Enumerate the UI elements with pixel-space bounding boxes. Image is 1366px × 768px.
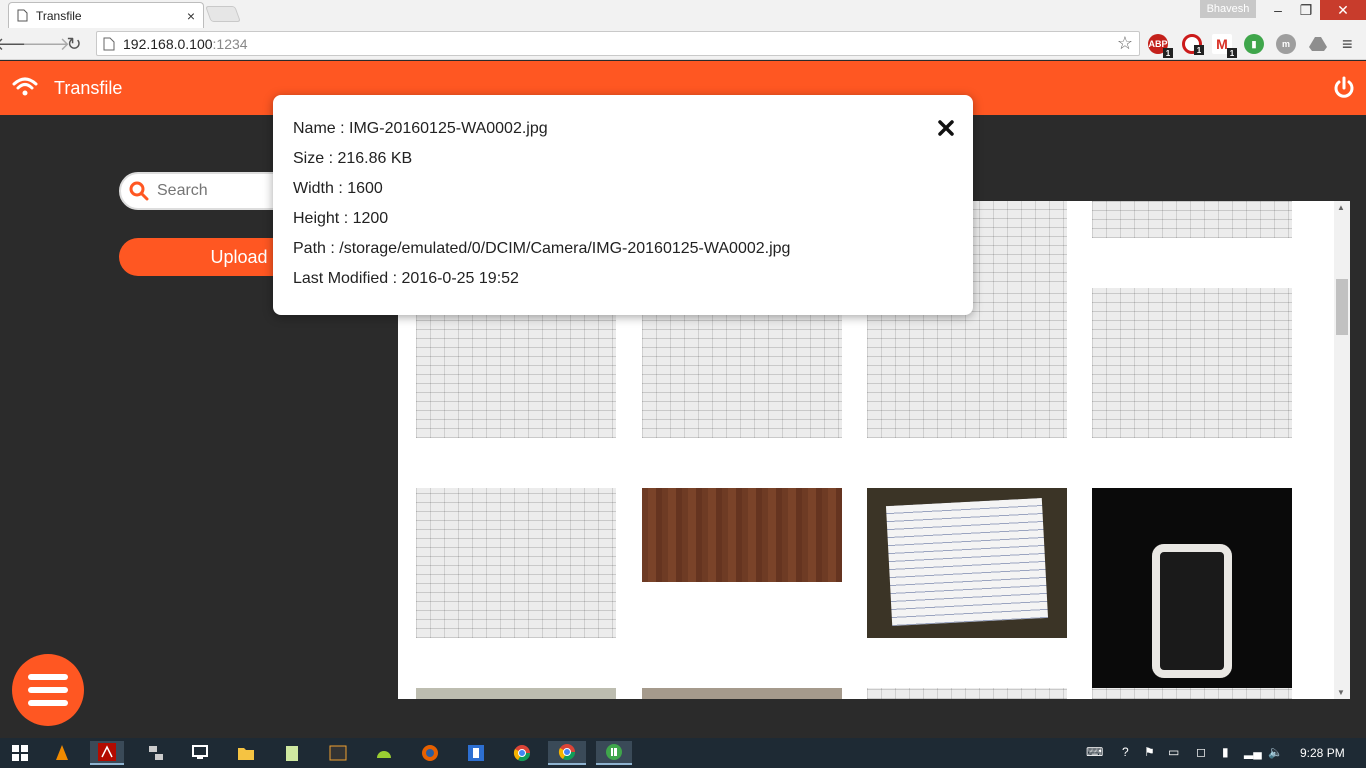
- keyboard-icon[interactable]: ⌨: [1086, 745, 1103, 759]
- pushbullet-app-icon[interactable]: [596, 741, 632, 765]
- browser-toolbar: 🡐 🡒 ↻ 192.168.0.100:1234 ☆ ABP 1 1 M1 ▮ m…: [0, 28, 1366, 60]
- file-size: Size : 216.86 KB: [293, 150, 413, 167]
- hamburger-icon-bar: [28, 700, 68, 706]
- file-width: Width : 1600: [293, 180, 383, 197]
- tab-close-icon[interactable]: ×: [187, 8, 195, 24]
- drive-extension-icon[interactable]: [1308, 34, 1328, 54]
- windows-start-icon[interactable]: [6, 741, 34, 765]
- file-last-modified: Last Modified : 2016-0-25 19:52: [293, 270, 519, 287]
- firefox-icon[interactable]: [416, 741, 444, 765]
- file-name: Name : IMG-20160125-WA0002.jpg: [293, 120, 548, 137]
- gallery-thumbnail[interactable]: [1092, 288, 1292, 438]
- browser-tab-bar: Transfile × Bhavesh – ❐ ✕: [0, 0, 1366, 28]
- search-icon: [129, 181, 149, 201]
- file-explorer-icon[interactable]: [232, 741, 260, 765]
- chrome-icon[interactable]: [508, 741, 536, 765]
- scrollbar-thumb[interactable]: [1336, 279, 1348, 335]
- profile-button[interactable]: Bhavesh: [1200, 0, 1256, 18]
- media-app-icon[interactable]: [324, 741, 352, 765]
- file-path: Path : /storage/emulated/0/DCIM/Camera/I…: [293, 240, 791, 257]
- scroll-down-arrow-icon[interactable]: ▼: [1337, 688, 1345, 697]
- url-port: :1234: [212, 35, 248, 52]
- adblock-extension-icon[interactable]: ABP 1: [1148, 34, 1173, 58]
- gallery-thumbnail[interactable]: [867, 688, 1067, 699]
- network-app-icon[interactable]: [142, 741, 170, 765]
- file-details-modal: Name : IMG-20160125-WA0002.jpg Size : 21…: [273, 95, 973, 315]
- gallery-thumbnail[interactable]: [642, 488, 842, 582]
- scroll-up-arrow-icon[interactable]: ▲: [1337, 203, 1345, 212]
- notepad-icon[interactable]: [278, 741, 306, 765]
- reload-icon[interactable]: ↻: [62, 32, 86, 56]
- browser-tab[interactable]: Transfile ×: [8, 2, 204, 28]
- power-icon[interactable]: [1332, 76, 1356, 100]
- battery-icon[interactable]: ▮: [1222, 745, 1229, 759]
- new-tab-button[interactable]: [205, 6, 241, 22]
- signal-icon[interactable]: ▂▄: [1244, 745, 1262, 759]
- gallery-thumbnail[interactable]: [416, 488, 616, 638]
- address-bar[interactable]: 192.168.0.100:1234 ☆: [96, 31, 1140, 56]
- app-window-icon[interactable]: [462, 741, 490, 765]
- pushbullet-extension-icon[interactable]: ▮: [1244, 34, 1264, 54]
- monitor-icon[interactable]: [186, 741, 214, 765]
- gallery-thumbnail[interactable]: [867, 488, 1067, 638]
- gallery-thumbnail[interactable]: [1092, 688, 1292, 699]
- hamburger-icon-bar: [28, 687, 68, 693]
- acrobat-icon[interactable]: [90, 741, 124, 765]
- vlc-icon[interactable]: [48, 741, 76, 765]
- url-host: 192.168.0.100: [123, 35, 213, 52]
- gallery-thumbnail[interactable]: [416, 688, 616, 699]
- m-extension-icon[interactable]: m: [1276, 34, 1296, 54]
- window-close-button[interactable]: ✕: [1320, 0, 1366, 20]
- taskbar-clock[interactable]: 9:28 PM: [1300, 746, 1345, 760]
- gmail-extension-icon[interactable]: M1: [1212, 34, 1237, 58]
- chrome-active-icon[interactable]: [548, 741, 586, 765]
- app-title: Transfile: [54, 78, 123, 98]
- forward-arrow-icon[interactable]: 🡒: [22, 32, 70, 56]
- file-height: Height : 1200: [293, 210, 389, 227]
- tab-title: Transfile: [36, 8, 82, 23]
- device-icon[interactable]: ▭: [1168, 745, 1179, 759]
- opera-extension-icon[interactable]: 1: [1182, 34, 1204, 55]
- gallery-thumbnail[interactable]: [1092, 201, 1292, 238]
- help-icon[interactable]: ?: [1122, 745, 1129, 759]
- browser-menu-icon[interactable]: ≡: [1342, 34, 1353, 55]
- minimize-button[interactable]: –: [1264, 0, 1292, 20]
- close-icon[interactable]: [937, 119, 955, 137]
- page-icon: [103, 37, 115, 50]
- windows-taskbar: ⌨ ? ⚑ ▭ ◻ ▮ ▂▄ 🔈 9:28 PM: [0, 738, 1366, 768]
- wifi-icon: [12, 77, 38, 96]
- restore-button[interactable]: ❐: [1292, 0, 1320, 20]
- hamburger-icon-bar: [28, 674, 68, 680]
- gallery-scrollbar[interactable]: ▲ ▼: [1334, 201, 1350, 699]
- page-icon: [17, 9, 28, 22]
- bookmark-star-icon[interactable]: ☆: [1117, 33, 1133, 54]
- flag-icon[interactable]: ⚑: [1144, 745, 1155, 759]
- volume-mute-icon[interactable]: ◻: [1196, 745, 1206, 759]
- gallery-thumbnail[interactable]: [1092, 488, 1292, 688]
- gallery-thumbnail[interactable]: [642, 688, 842, 699]
- speaker-icon[interactable]: 🔈: [1268, 745, 1283, 759]
- menu-fab-button[interactable]: [12, 654, 84, 726]
- android-icon[interactable]: [370, 741, 398, 765]
